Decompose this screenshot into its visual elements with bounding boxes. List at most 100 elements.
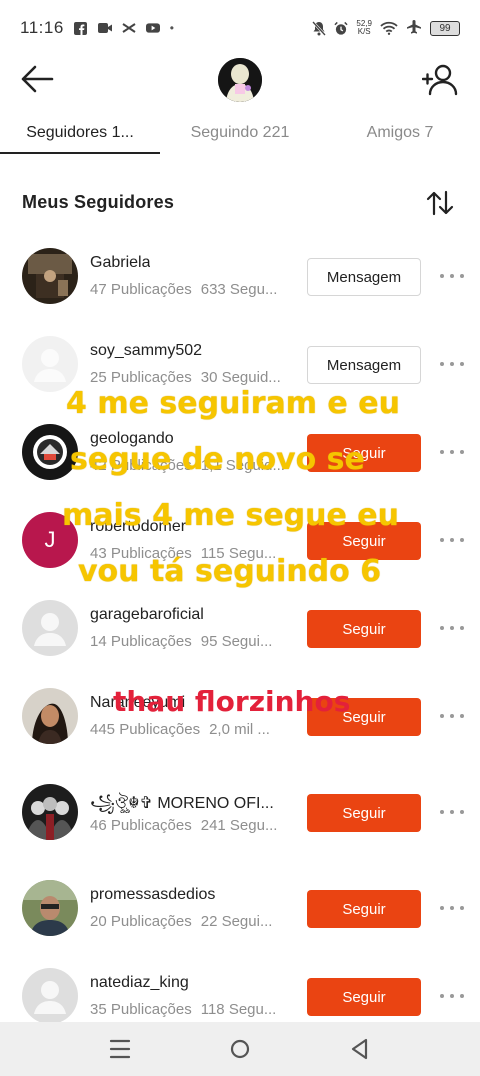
home-button[interactable] <box>226 1036 254 1062</box>
follow-button[interactable]: Seguir <box>307 890 421 928</box>
avatar-letter: J <box>44 527 56 552</box>
dot-icon <box>440 906 444 910</box>
tab-following[interactable]: Seguindo 221 <box>160 112 320 154</box>
avatar[interactable]: J <box>22 512 78 568</box>
arrow-left-icon <box>21 65 54 93</box>
followers-count: 241 Segu... <box>200 817 278 834</box>
section-title: Meus Seguidores <box>22 192 175 212</box>
network-speed: 52,9 K/S <box>356 20 372 36</box>
follow-button[interactable]: Seguir <box>307 522 421 560</box>
posts-count: 445 Publicações <box>90 721 201 738</box>
back-button[interactable] <box>20 64 56 96</box>
list-item[interactable]: geologando 42 Publicações 1,1 Seguid... S… <box>0 408 480 496</box>
follow-button[interactable]: Seguir <box>307 434 421 472</box>
add-user-button[interactable] <box>421 64 458 96</box>
more-options-button[interactable] <box>440 360 464 368</box>
avatar[interactable] <box>22 336 78 392</box>
list-item[interactable]: garagebaroficial 14 Publicações 95 Segui.… <box>0 584 480 672</box>
list-item[interactable]: soy_sammy502 25 Publicações 30 Seguid... … <box>0 320 480 408</box>
followers-count: 1,1 Seguid... <box>200 457 285 474</box>
follow-button[interactable]: Seguir <box>307 698 421 736</box>
follower-stats: 445 Publicações 2,0 mil ... <box>90 721 290 738</box>
battery-icon: 99 <box>430 20 460 36</box>
posts-count: 20 Publicações <box>90 913 192 930</box>
tab-followers[interactable]: Seguidores 1... <box>0 112 160 154</box>
posts-count: 47 Publicações <box>90 281 192 298</box>
follow-button[interactable]: Seguir <box>307 794 421 832</box>
sort-icon <box>426 190 454 216</box>
dot-icon <box>460 538 464 542</box>
follower-name: geologando <box>90 430 174 447</box>
avatar[interactable] <box>22 784 78 840</box>
posts-count: 46 Publicações <box>90 817 192 834</box>
back-nav-button[interactable] <box>346 1036 374 1062</box>
status-bar: 11:16 • 52,9 K/S 99 <box>0 0 480 56</box>
list-item[interactable]: Gabriela 47 Publicações 633 Segu... Mensa… <box>0 232 480 320</box>
default-avatar-icon <box>22 336 78 392</box>
dot-icon <box>450 626 454 630</box>
menu-icon <box>109 1039 131 1059</box>
message-button[interactable]: Mensagem <box>307 258 421 296</box>
mute-icon <box>312 20 327 36</box>
status-dot: • <box>169 21 174 35</box>
dot-icon <box>450 906 454 910</box>
followers-count: 115 Segu... <box>200 545 277 562</box>
dot-icon <box>440 362 444 366</box>
avatar-image <box>22 248 78 304</box>
more-options-button[interactable] <box>440 272 464 280</box>
dot-icon <box>460 810 464 814</box>
youtube-icon <box>145 21 160 35</box>
follower-name: Gabriela <box>90 254 151 271</box>
more-options-button[interactable] <box>440 992 464 1000</box>
more-options-button[interactable] <box>440 448 464 456</box>
dot-icon <box>450 450 454 454</box>
avatar-image <box>22 688 78 744</box>
followers-count: 118 Segu... <box>200 1001 277 1018</box>
follower-stats: 20 Publicações 22 Segui... <box>90 913 290 930</box>
list-item[interactable]: ꧁ঔৣ☬✞ MORENO OFI... 46 Publicações 241 Se… <box>0 768 480 856</box>
follower-name: Naraneeyumi <box>90 694 186 711</box>
profile-avatar[interactable] <box>218 58 262 102</box>
more-options-button[interactable] <box>440 808 464 816</box>
follower-stats: 25 Publicações 30 Seguid... <box>90 369 290 386</box>
status-left: 11:16 • <box>20 18 174 38</box>
dot-icon <box>460 994 464 998</box>
default-avatar-icon <box>22 600 78 656</box>
more-options-button[interactable] <box>440 904 464 912</box>
message-button[interactable]: Mensagem <box>307 346 421 384</box>
dot-icon <box>450 274 454 278</box>
avatar[interactable] <box>22 688 78 744</box>
tab-bar: Seguidores 1... Seguindo 221 Amigos 7 <box>0 112 480 156</box>
avatar[interactable] <box>22 880 78 936</box>
top-header <box>0 56 480 106</box>
more-options-button[interactable] <box>440 712 464 720</box>
follow-button[interactable]: Seguir <box>307 978 421 1016</box>
tab-active-indicator <box>0 152 160 154</box>
net-speed-unit: K/S <box>357 27 371 36</box>
list-item[interactable]: promessasdedios 20 Publicações 22 Segui..… <box>0 864 480 952</box>
menu-button[interactable] <box>106 1036 134 1062</box>
followers-count: 95 Segui... <box>200 633 273 650</box>
sort-button[interactable] <box>426 190 454 216</box>
dot-icon <box>450 810 454 814</box>
more-options-button[interactable] <box>440 624 464 632</box>
dot-icon <box>460 714 464 718</box>
avatar[interactable] <box>22 248 78 304</box>
follower-stats: 47 Publicações 633 Segu... <box>90 281 290 298</box>
avatar[interactable] <box>22 968 78 1024</box>
dot-icon <box>440 994 444 998</box>
tab-following-label: Seguindo 221 <box>190 124 290 141</box>
tab-friends[interactable]: Amigos 7 <box>320 112 480 154</box>
status-right: 52,9 K/S 99 <box>312 20 460 36</box>
avatar[interactable] <box>22 424 78 480</box>
dot-icon <box>440 626 444 630</box>
list-item[interactable]: Naraneeyumi 445 Publicações 2,0 mil ... S… <box>0 672 480 760</box>
more-options-button[interactable] <box>440 536 464 544</box>
follow-button[interactable]: Seguir <box>307 610 421 648</box>
avatar[interactable] <box>22 600 78 656</box>
dot-icon <box>450 714 454 718</box>
home-circle-icon <box>230 1039 250 1059</box>
followers-count: 2,0 mil ... <box>209 721 270 738</box>
avatar-image <box>22 880 78 936</box>
list-item[interactable]: J robertodomer 43 Publicações 115 Segu...… <box>0 496 480 584</box>
